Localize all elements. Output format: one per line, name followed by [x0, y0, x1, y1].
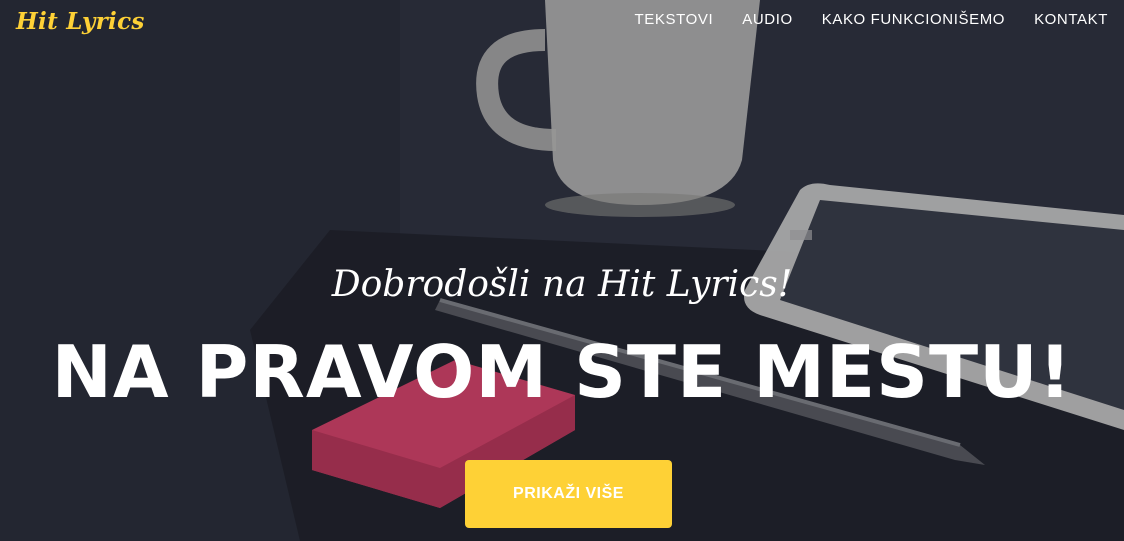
hero-lead-text: Dobrodošli na Hit Lyrics! — [331, 264, 793, 305]
hero-heading: NA PRAVOM STE MESTU! — [51, 330, 1073, 414]
nav-item-kontakt[interactable]: KONTAKT — [1034, 11, 1108, 28]
hero-section: Hit Lyrics TEKSTOVI AUDIO KAKO FUNKCIONI… — [0, 0, 1124, 541]
nav-item-kako-funkcionisemo[interactable]: KAKO FUNKCIONIŠEMO — [822, 11, 1005, 28]
show-more-button[interactable]: PRIKAŽI VIŠE — [465, 460, 672, 528]
nav-item-tekstovi[interactable]: TEKSTOVI — [635, 11, 714, 28]
nav-item-audio[interactable]: AUDIO — [742, 11, 793, 28]
brand-logo[interactable]: Hit Lyrics — [16, 8, 145, 35]
main-navbar: Hit Lyrics TEKSTOVI AUDIO KAKO FUNKCIONI… — [0, 0, 1124, 40]
nav-links: TEKSTOVI AUDIO KAKO FUNKCIONIŠEMO KONTAK… — [606, 11, 1109, 28]
